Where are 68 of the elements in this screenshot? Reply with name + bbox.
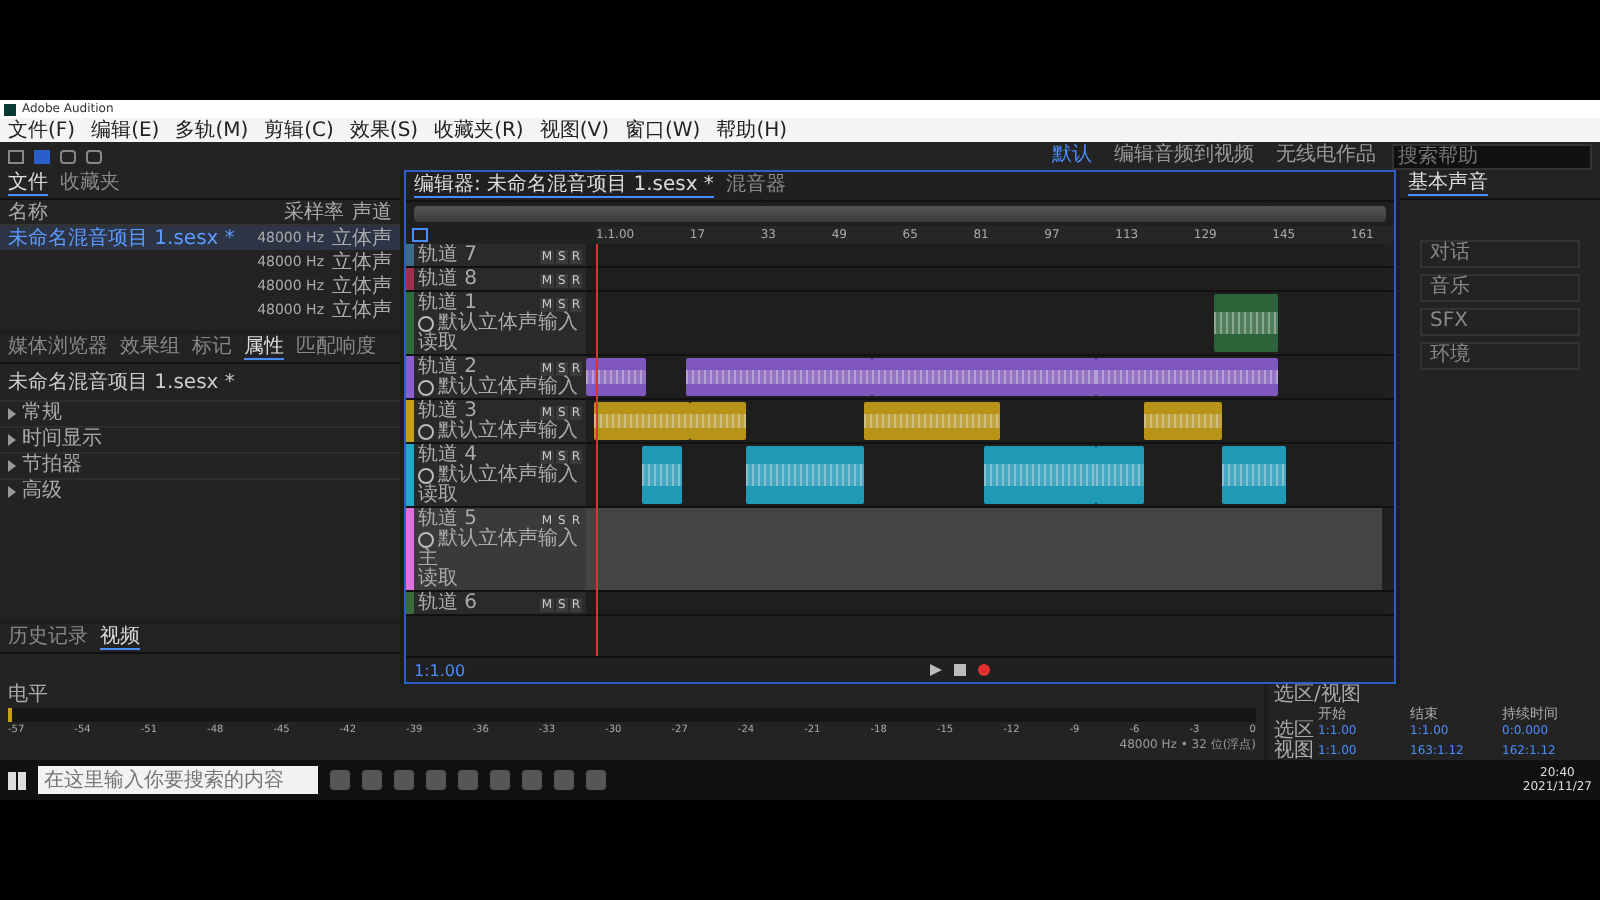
audio-type-button[interactable]: 音乐 xyxy=(1420,274,1580,302)
workspace-tab[interactable]: 默认 xyxy=(1046,144,1098,168)
expand-triangle-icon[interactable] xyxy=(8,408,16,420)
panel-tab[interactable]: 历史记录 xyxy=(8,626,88,650)
panel-tab[interactable]: 属性 xyxy=(244,336,284,360)
audio-clip[interactable] xyxy=(1095,358,1279,396)
menu-item[interactable]: 视图(V) xyxy=(539,119,609,141)
panel-title: 选区/视图 xyxy=(1274,686,1363,706)
panel-tab[interactable]: 文件 xyxy=(8,172,48,196)
audio-clip[interactable] xyxy=(984,446,1096,504)
volume-knob-icon[interactable] xyxy=(418,532,434,548)
panel-tab[interactable]: 标记 xyxy=(192,336,232,360)
panel-tab[interactable]: 效果组 xyxy=(120,336,180,360)
audio-type-button[interactable]: SFX xyxy=(1420,308,1580,336)
audio-clip[interactable] xyxy=(1222,446,1287,504)
column-header[interactable]: 采样率 xyxy=(284,201,344,223)
windows-start-icon[interactable] xyxy=(8,771,26,789)
time-display: 1:1.00 xyxy=(414,661,468,679)
audio-clip[interactable] xyxy=(864,402,1000,440)
panel-tab[interactable]: 媒体浏览器 xyxy=(8,336,108,360)
record-icon[interactable] xyxy=(978,664,990,676)
audio-clip[interactable] xyxy=(593,402,690,440)
editor-tab[interactable]: 编辑器: 未命名混音项目 1.sesx * xyxy=(414,174,714,198)
audio-clip[interactable] xyxy=(745,446,865,504)
workspace-tab[interactable]: 无线电作品 xyxy=(1270,144,1382,168)
help-search-field[interactable]: 搜索帮助 xyxy=(1392,143,1592,169)
menu-item[interactable]: 效果(S) xyxy=(349,119,419,141)
section-header[interactable]: 常规 xyxy=(22,402,62,426)
editor-tab[interactable]: 混音器 xyxy=(725,174,786,198)
audio-type-button[interactable]: 环境 xyxy=(1420,342,1580,370)
audio-clip[interactable] xyxy=(586,358,646,396)
workspace-tab[interactable]: 编辑音频到视频 xyxy=(1108,144,1260,168)
expand-triangle-icon[interactable] xyxy=(8,434,16,446)
panel-tab[interactable]: 基本声音 xyxy=(1408,172,1488,196)
menu-item[interactable]: 帮助(H) xyxy=(716,119,788,141)
properties-title: 未命名混音项目 1.sesx * xyxy=(6,369,237,398)
audio-clip[interactable] xyxy=(1214,294,1279,352)
panel-tab[interactable]: 收藏夹 xyxy=(60,172,120,196)
expand-triangle-icon[interactable] xyxy=(8,460,16,472)
column-header[interactable]: 声道 xyxy=(352,201,392,223)
audio-clip[interactable] xyxy=(689,402,746,440)
menu-item[interactable]: 剪辑(C) xyxy=(264,119,334,141)
levels-title: 电平 xyxy=(8,686,50,706)
menu-item[interactable]: 窗口(W) xyxy=(625,119,701,141)
panel-tab[interactable]: 匹配响度 xyxy=(296,336,376,360)
menu-item[interactable]: 文件(F) xyxy=(8,119,76,141)
volume-knob-icon[interactable] xyxy=(418,316,434,332)
column-header[interactable]: 名称 xyxy=(8,201,276,223)
menu-item[interactable]: 多轨(M) xyxy=(175,119,249,141)
section-header[interactable]: 节拍器 xyxy=(22,454,82,478)
row-label: 视图 xyxy=(1274,742,1316,762)
volume-knob-icon[interactable] xyxy=(418,380,434,396)
audio-clip[interactable] xyxy=(1143,402,1223,440)
app-logo-icon xyxy=(4,103,16,115)
audio-type-button[interactable]: 对话 xyxy=(1420,240,1580,268)
panel-tab[interactable]: 视频 xyxy=(100,626,140,650)
volume-knob-icon[interactable] xyxy=(418,424,434,440)
audio-clip[interactable] xyxy=(641,446,682,504)
taskbar-search-field[interactable]: 在这里输入你要搜索的内容 xyxy=(38,766,318,794)
row-label: 选区 xyxy=(1274,722,1316,742)
volume-knob-icon[interactable] xyxy=(418,468,434,484)
menu-item[interactable]: 收藏夹(R) xyxy=(434,119,524,141)
section-header[interactable]: 高级 xyxy=(22,480,62,504)
section-header[interactable]: 时间显示 xyxy=(22,428,102,452)
audio-clip[interactable] xyxy=(1095,446,1144,504)
menu-item[interactable]: 编辑(E) xyxy=(91,119,160,141)
audio-clip[interactable] xyxy=(685,358,873,396)
expand-triangle-icon[interactable] xyxy=(8,486,16,498)
